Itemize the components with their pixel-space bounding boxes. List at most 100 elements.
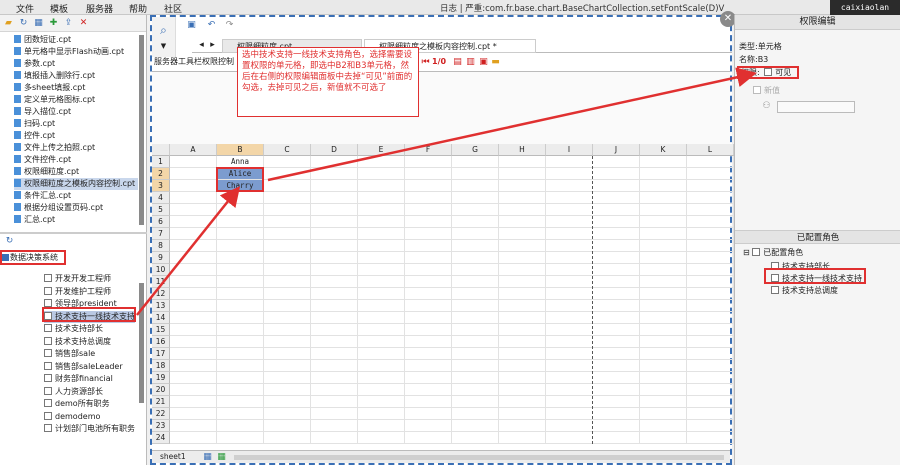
role-item[interactable]: demodemo bbox=[44, 411, 100, 423]
file-tree-item[interactable]: 扫码.cpt bbox=[14, 118, 138, 130]
menu-help[interactable]: 帮助 bbox=[129, 2, 147, 15]
row-header[interactable]: 17 bbox=[152, 348, 170, 360]
role-checkbox[interactable] bbox=[44, 399, 52, 407]
new-value-input[interactable] bbox=[777, 101, 855, 113]
configured-role-item[interactable]: 技术支持总调度 bbox=[771, 285, 838, 297]
open-folder-icon[interactable]: ▰ bbox=[3, 18, 14, 29]
dropdown-icon[interactable]: ▼ bbox=[158, 41, 169, 52]
row-header[interactable]: 19 bbox=[152, 372, 170, 384]
configured-root[interactable]: ⊟ 已配置角色 bbox=[743, 247, 803, 258]
role-checkbox[interactable] bbox=[44, 349, 52, 357]
column-header[interactable]: H bbox=[499, 144, 546, 156]
row-header[interactable]: 2 bbox=[152, 168, 170, 180]
row-header[interactable]: 1 bbox=[152, 156, 170, 168]
row-header[interactable]: 3 bbox=[152, 180, 170, 192]
row-header[interactable]: 16 bbox=[152, 336, 170, 348]
tree-scrollbar[interactable] bbox=[139, 35, 144, 225]
refresh-icon[interactable]: ↻ bbox=[18, 18, 29, 29]
add-chart-sheet-icon[interactable]: ▦ bbox=[216, 452, 227, 463]
print-icon[interactable]: ▤ bbox=[452, 57, 463, 68]
page-number-icon[interactable]: 1/0 bbox=[432, 57, 446, 66]
file-tree-item[interactable]: 填报插入删除行.cpt bbox=[14, 70, 138, 82]
visible-permission[interactable]: 权限: 可见 bbox=[737, 66, 799, 79]
redo-icon[interactable]: ↷ bbox=[224, 20, 235, 31]
role-scrollbar[interactable] bbox=[139, 283, 144, 403]
file-tree-item[interactable]: 条件汇总.cpt bbox=[14, 190, 138, 202]
role-item[interactable]: 技术支持总调度 bbox=[44, 336, 111, 348]
delete-icon[interactable]: ✕ bbox=[78, 18, 89, 29]
role-checkbox[interactable] bbox=[44, 374, 52, 382]
file-tree-item[interactable]: 控件.cpt bbox=[14, 130, 138, 142]
row-header[interactable]: 22 bbox=[152, 408, 170, 420]
file-tree-item[interactable]: 根据分组设置页码.cpt bbox=[14, 202, 138, 214]
menu-template[interactable]: 模板 bbox=[50, 2, 68, 15]
role-item[interactable]: demo所有职务 bbox=[44, 398, 110, 410]
row-header[interactable]: 11 bbox=[152, 276, 170, 288]
undo-icon[interactable]: ↶ bbox=[206, 20, 217, 31]
user-select-icon[interactable]: ⚇ bbox=[761, 101, 772, 112]
tab-next-icon[interactable]: ▸ bbox=[207, 40, 218, 51]
user-name[interactable]: caixiaolan bbox=[830, 0, 900, 15]
column-header[interactable]: G bbox=[452, 144, 499, 156]
role-checkbox[interactable] bbox=[44, 336, 52, 345]
column-header[interactable]: J bbox=[593, 144, 640, 156]
row-header[interactable]: 9 bbox=[152, 252, 170, 264]
row-header[interactable]: 23 bbox=[152, 420, 170, 432]
role-item[interactable]: 销售部saleLeader bbox=[44, 361, 123, 373]
grid-corner[interactable] bbox=[152, 144, 170, 156]
role-checkbox[interactable] bbox=[44, 424, 52, 432]
row-header[interactable]: 8 bbox=[152, 240, 170, 252]
visible-checkbox[interactable] bbox=[764, 68, 773, 76]
column-header[interactable]: B bbox=[217, 144, 264, 156]
file-tree-item[interactable]: 文件上传之拍照.cpt bbox=[14, 142, 138, 154]
save-icon[interactable]: ▣ bbox=[186, 20, 197, 31]
role-item[interactable]: 计划部门电池所有职务 bbox=[44, 423, 135, 435]
role-checkbox[interactable] bbox=[44, 361, 52, 370]
first-page-icon[interactable]: ⏮ bbox=[420, 57, 431, 68]
row-header[interactable]: 18 bbox=[152, 360, 170, 372]
row-header[interactable]: 12 bbox=[152, 288, 170, 300]
role-item[interactable]: 开发维护工程师 bbox=[44, 286, 111, 298]
file-tree-item[interactable]: 定义单元格图标.cpt bbox=[14, 94, 138, 106]
role-checkbox[interactable] bbox=[44, 286, 52, 295]
configured-role-checkbox[interactable] bbox=[771, 286, 779, 294]
menu-server[interactable]: 服务器 bbox=[86, 2, 113, 15]
row-header[interactable]: 20 bbox=[152, 384, 170, 396]
role-checkbox[interactable] bbox=[44, 299, 52, 307]
row-header[interactable]: 7 bbox=[152, 228, 170, 240]
tab-prev-icon[interactable]: ◂ bbox=[196, 40, 207, 51]
sheet-tab[interactable]: sheet1 bbox=[160, 452, 186, 461]
file-tree-item[interactable]: 导入描位.cpt bbox=[14, 106, 138, 118]
reload-icon[interactable]: ↻ bbox=[4, 236, 15, 247]
email-icon[interactable]: ▣ bbox=[478, 57, 489, 68]
role-item[interactable]: 销售部sale bbox=[44, 348, 95, 360]
search-icon[interactable]: ⌕ bbox=[158, 24, 169, 36]
spreadsheet-grid[interactable]: A B C D E F G H I J K L 1 2 3 4 5 6 7 8 9 10 11 12 13 14 15 16 17 18 1… bbox=[152, 144, 734, 449]
file-tree-item[interactable]: 团数短证.cpt bbox=[14, 34, 138, 46]
new-value-option[interactable]: 新值 bbox=[753, 85, 780, 96]
column-header[interactable]: L bbox=[687, 144, 734, 156]
row-header[interactable]: 4 bbox=[152, 192, 170, 204]
add-icon[interactable]: ✚ bbox=[48, 18, 59, 29]
file-tree-item[interactable]: 文件控件.cpt bbox=[14, 154, 138, 166]
role-item[interactable]: 财务部financial bbox=[44, 373, 113, 385]
tool-icon[interactable]: ▬ bbox=[490, 57, 501, 68]
role-checkbox[interactable] bbox=[44, 411, 52, 420]
configured-root-checkbox[interactable] bbox=[752, 248, 761, 256]
row-header[interactable]: 6 bbox=[152, 216, 170, 228]
horizontal-scrollbar[interactable] bbox=[234, 455, 724, 460]
row-header[interactable]: 5 bbox=[152, 204, 170, 216]
share-icon[interactable]: ⇪ bbox=[63, 18, 74, 29]
new-value-checkbox[interactable] bbox=[753, 86, 761, 94]
menu-community[interactable]: 社区 bbox=[164, 2, 182, 15]
row-header[interactable]: 21 bbox=[152, 396, 170, 408]
column-header[interactable]: D bbox=[311, 144, 358, 156]
menu-file[interactable]: 文件 bbox=[16, 2, 34, 15]
row-header[interactable]: 14 bbox=[152, 312, 170, 324]
column-header[interactable]: A bbox=[170, 144, 217, 156]
column-header[interactable]: K bbox=[640, 144, 687, 156]
cell-b1[interactable]: Anna bbox=[217, 156, 263, 167]
column-header[interactable]: E bbox=[358, 144, 405, 156]
column-header[interactable]: F bbox=[405, 144, 452, 156]
grid-icon[interactable]: ▦ bbox=[33, 18, 44, 29]
